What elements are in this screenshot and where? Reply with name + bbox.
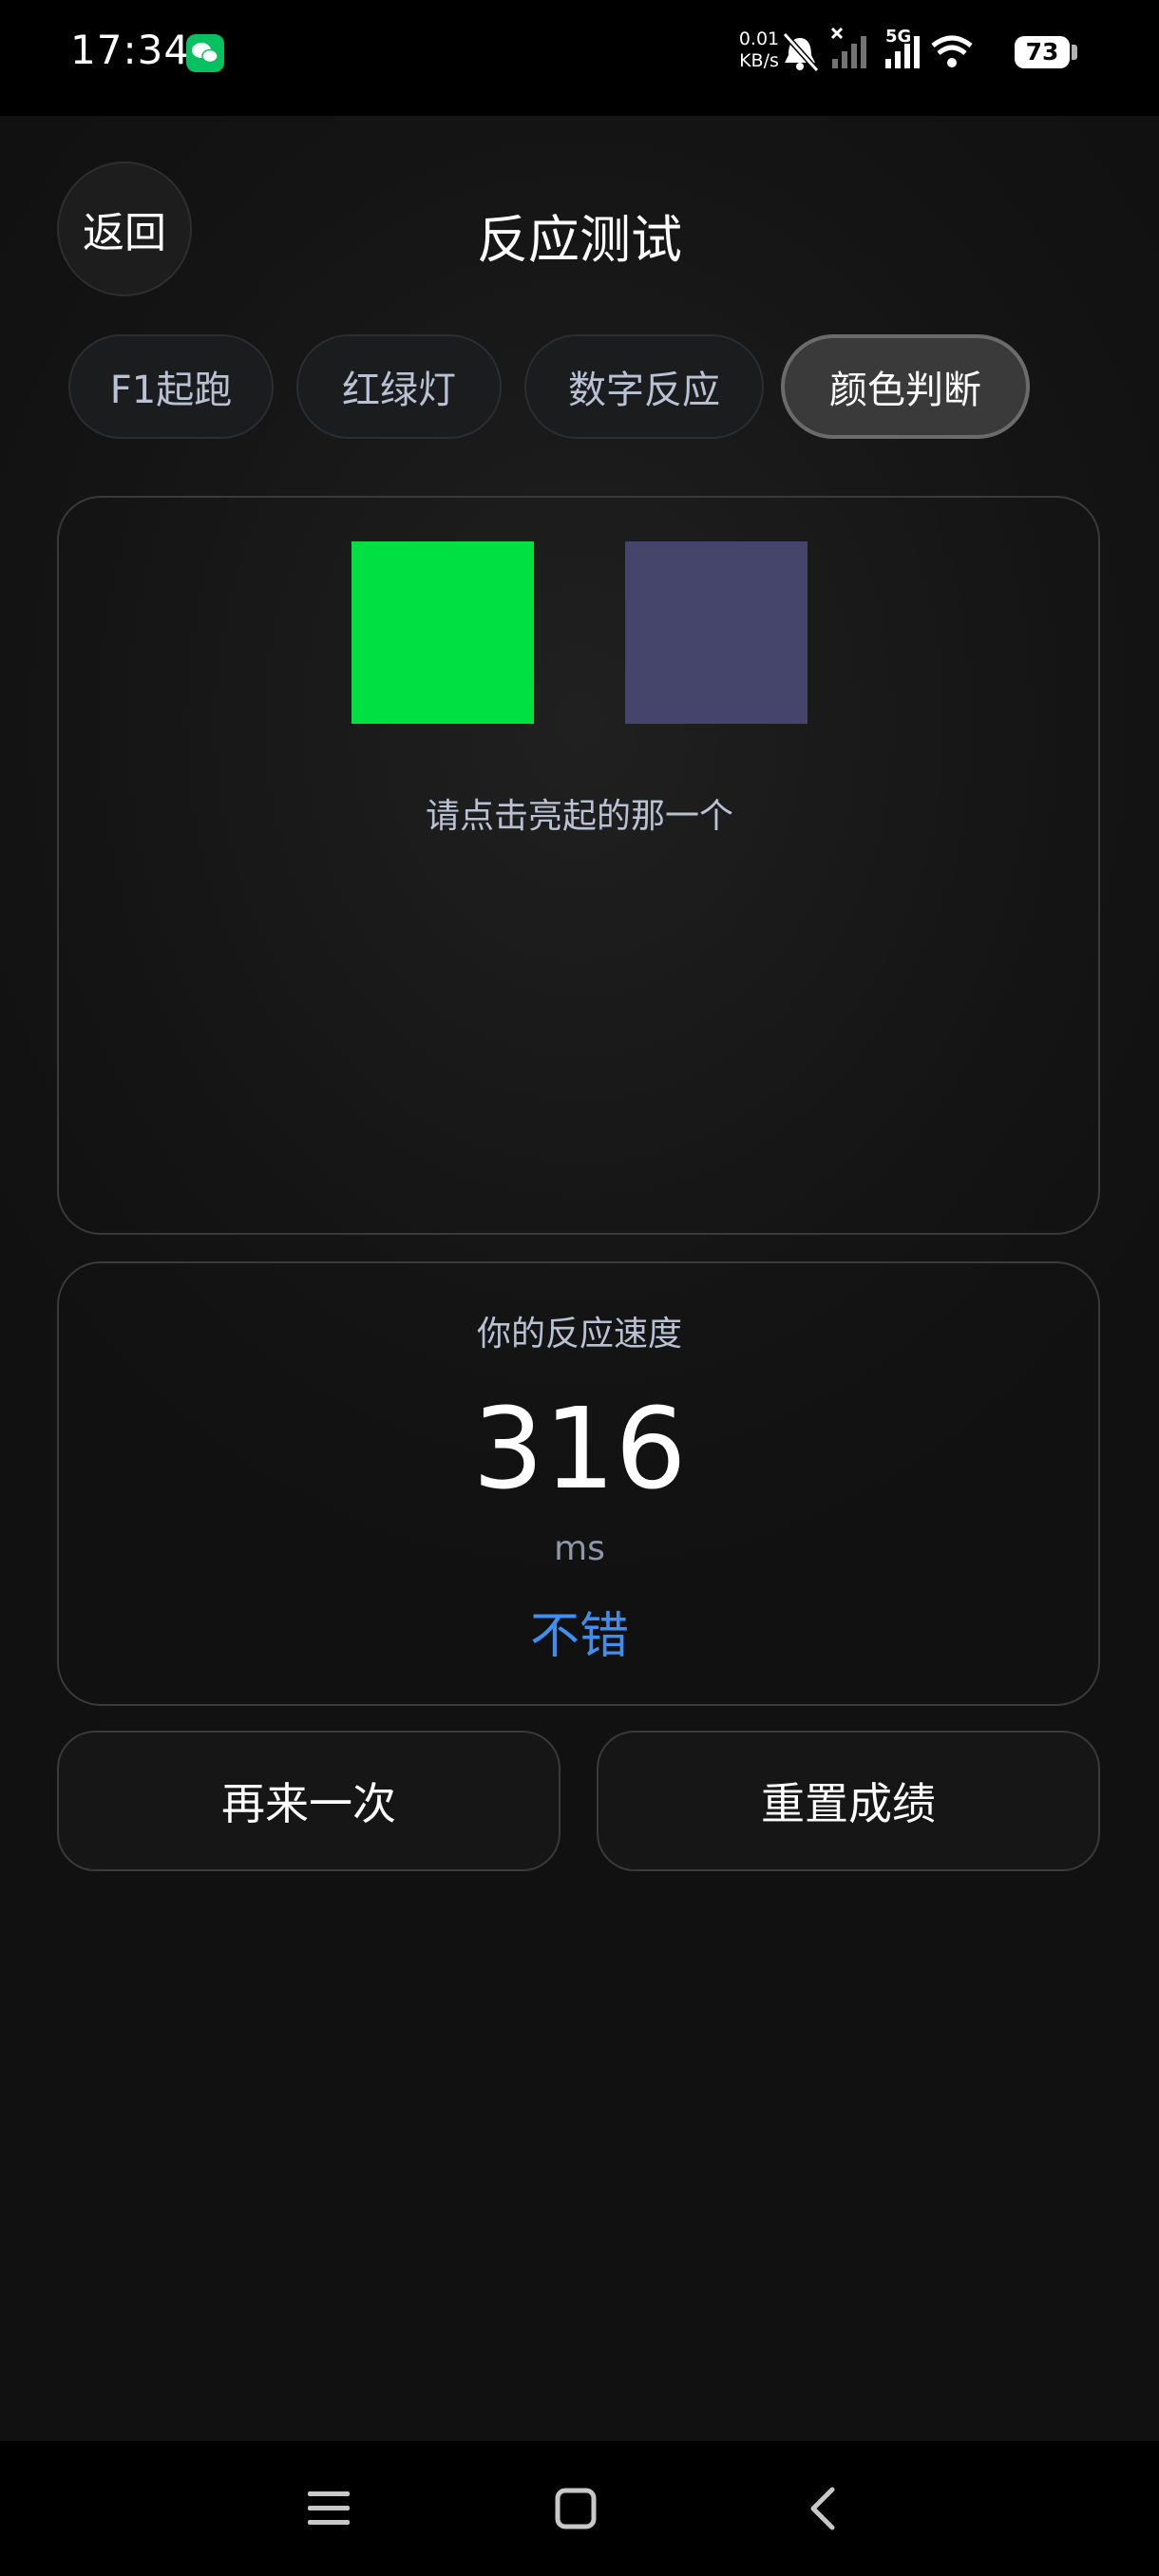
battery-icon: 73	[1015, 36, 1070, 68]
network-type: 5G	[885, 27, 911, 47]
tab-number-reaction[interactable]: 数字反应	[524, 334, 764, 439]
status-time: 17:34	[70, 27, 191, 73]
bell-muted-icon	[782, 31, 820, 73]
instruction-text: 请点击亮起的那一个	[425, 797, 733, 836]
reset-score-button[interactable]: 重置成绩	[597, 1731, 1100, 1871]
signal-x-icon	[830, 27, 844, 40]
back-icon[interactable]	[766, 2441, 880, 2576]
tab-color-judgment[interactable]: 颜色判断	[781, 334, 1030, 439]
home-icon[interactable]	[519, 2441, 633, 2576]
game-panel	[57, 496, 1100, 1235]
color-box-right[interactable]	[625, 541, 808, 724]
result-rating: 不错	[529, 1608, 629, 1665]
tab-traffic-light[interactable]: 红绿灯	[296, 334, 502, 439]
battery-tip	[1072, 45, 1077, 60]
result-value: 316	[472, 1383, 687, 1514]
signal-icon	[832, 36, 866, 68]
status-icons: 5G	[782, 27, 973, 73]
wechat-icon	[186, 34, 224, 72]
net-speed: 0.01 KB/s	[735, 28, 783, 72]
page-title: 反应测试	[477, 210, 682, 270]
wifi-icon	[931, 35, 973, 67]
retry-button[interactable]: 再来一次	[57, 1731, 560, 1871]
menu-icon[interactable]	[272, 2441, 386, 2576]
navigation-bar	[0, 2441, 1159, 2576]
net-speed-unit: KB/s	[739, 50, 779, 71]
result-unit: ms	[554, 1529, 605, 1568]
status-bar: 17:34 0.01 KB/s 5G 73	[0, 0, 1159, 116]
result-label: 你的反应速度	[476, 1315, 682, 1354]
color-box-left[interactable]	[352, 541, 534, 724]
tab-f1-start[interactable]: F1起跑	[68, 334, 274, 439]
net-speed-value: 0.01	[738, 28, 780, 49]
